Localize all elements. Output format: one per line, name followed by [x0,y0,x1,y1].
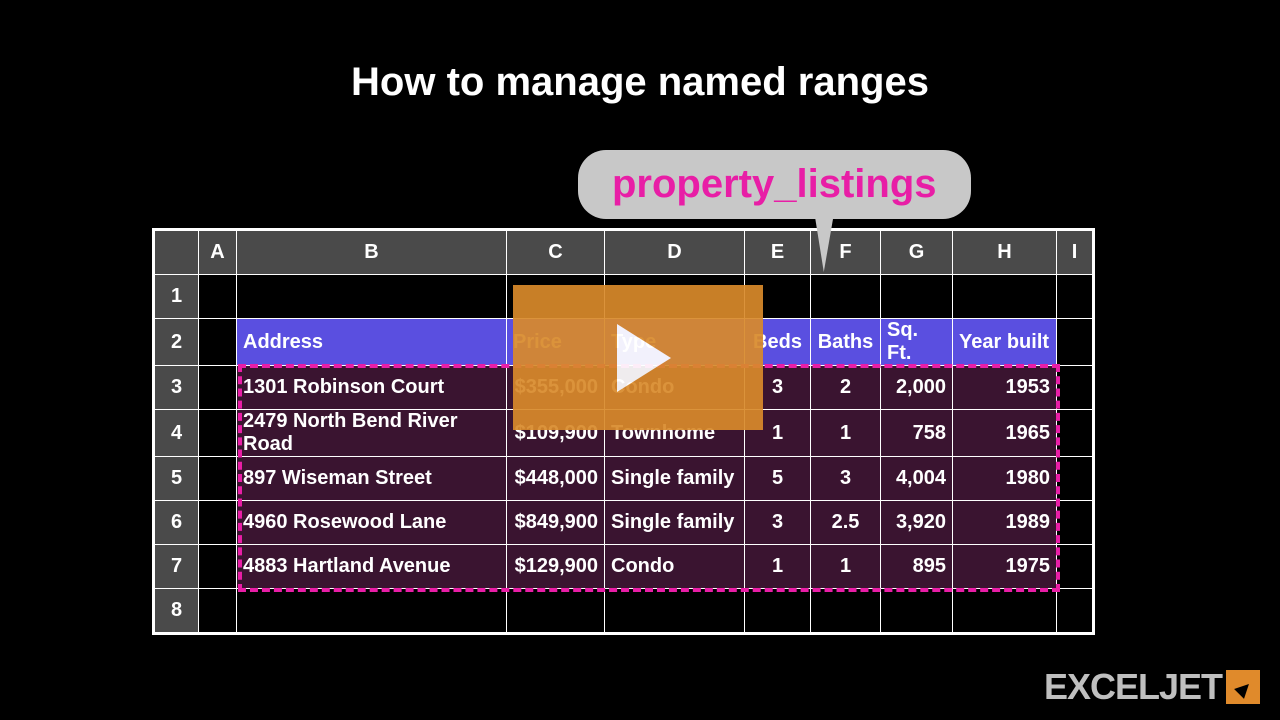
cell-sqft[interactable]: 4,004 [881,457,953,501]
col-header-C[interactable]: C [507,231,605,275]
cell[interactable] [811,275,881,319]
cell[interactable] [1057,410,1093,457]
cell-baths[interactable]: 2 [811,366,881,410]
cell-address[interactable]: 4960 Rosewood Lane [237,501,507,545]
logo-text: EXCELJET [1044,666,1222,708]
cell-year[interactable]: 1975 [953,545,1057,589]
cell[interactable] [199,501,237,545]
cell-price[interactable]: $129,900 [507,545,605,589]
cell-year[interactable]: 1953 [953,366,1057,410]
cell[interactable] [953,275,1057,319]
play-button[interactable] [513,285,763,430]
cell-type[interactable]: Condo [605,545,745,589]
cell[interactable] [237,589,507,633]
row-header-7[interactable]: 7 [155,545,199,589]
cell[interactable] [745,589,811,633]
cell-address[interactable]: 4883 Hartland Avenue [237,545,507,589]
cell-type[interactable]: Single family [605,501,745,545]
cell[interactable] [1057,275,1093,319]
page-title: How to manage named ranges [0,0,1280,145]
cell[interactable] [811,589,881,633]
header-baths[interactable]: Baths [811,319,881,366]
cell-sqft[interactable]: 895 [881,545,953,589]
cell-year[interactable]: 1980 [953,457,1057,501]
cell[interactable] [199,319,237,366]
cell[interactable] [199,366,237,410]
brand-logo: EXCELJET [1044,666,1260,708]
cell[interactable] [1057,501,1093,545]
header-address[interactable]: Address [237,319,507,366]
callout-label: property_listings [578,150,971,219]
row-8: 8 [155,589,1093,633]
cell[interactable] [881,589,953,633]
cell-baths[interactable]: 1 [811,545,881,589]
cell-baths[interactable]: 1 [811,410,881,457]
header-year[interactable]: Year built [953,319,1057,366]
row-header-8[interactable]: 8 [155,589,199,633]
row-header-4[interactable]: 4 [155,410,199,457]
cell-baths[interactable]: 2.5 [811,501,881,545]
cell-beds[interactable]: 5 [745,457,811,501]
col-header-I[interactable]: I [1057,231,1093,275]
cell[interactable] [1057,545,1093,589]
cell[interactable] [1057,366,1093,410]
cell-sqft[interactable]: 3,920 [881,501,953,545]
row-6: 6 4960 Rosewood Lane $849,900 Single fam… [155,501,1093,545]
cell-type[interactable]: Single family [605,457,745,501]
cell[interactable] [507,589,605,633]
cell-year[interactable]: 1989 [953,501,1057,545]
cell[interactable] [199,457,237,501]
select-all-corner[interactable] [155,231,199,275]
row-header-3[interactable]: 3 [155,366,199,410]
cell-address[interactable]: 1301 Robinson Court [237,366,507,410]
cell-price[interactable]: $849,900 [507,501,605,545]
cell-beds[interactable]: 3 [745,501,811,545]
play-icon [617,324,671,392]
row-7: 7 4883 Hartland Avenue $129,900 Condo 1 … [155,545,1093,589]
cell[interactable] [199,275,237,319]
cell-sqft[interactable]: 758 [881,410,953,457]
column-header-row: A B C D E F G H I [155,231,1093,275]
cell[interactable] [199,410,237,457]
cell-baths[interactable]: 3 [811,457,881,501]
cell[interactable] [1057,589,1093,633]
cell[interactable] [605,589,745,633]
cell[interactable] [199,589,237,633]
cell[interactable] [1057,457,1093,501]
col-header-G[interactable]: G [881,231,953,275]
row-header-1[interactable]: 1 [155,275,199,319]
row-header-2[interactable]: 2 [155,319,199,366]
cell[interactable] [237,275,507,319]
row-header-5[interactable]: 5 [155,457,199,501]
col-header-A[interactable]: A [199,231,237,275]
header-sqft[interactable]: Sq. Ft. [881,319,953,366]
logo-arrow-icon [1226,670,1260,704]
cell-sqft[interactable]: 2,000 [881,366,953,410]
cell-year[interactable]: 1965 [953,410,1057,457]
cell[interactable] [1057,319,1093,366]
cell-address[interactable]: 897 Wiseman Street [237,457,507,501]
cell-beds[interactable]: 1 [745,545,811,589]
cell[interactable] [881,275,953,319]
named-range-callout: property_listings [578,150,971,219]
cell[interactable] [199,545,237,589]
cell-address[interactable]: 2479 North Bend River Road [237,410,507,457]
col-header-E[interactable]: E [745,231,811,275]
col-header-H[interactable]: H [953,231,1057,275]
cell[interactable] [953,589,1057,633]
col-header-D[interactable]: D [605,231,745,275]
cell-price[interactable]: $448,000 [507,457,605,501]
row-5: 5 897 Wiseman Street $448,000 Single fam… [155,457,1093,501]
col-header-B[interactable]: B [237,231,507,275]
row-header-6[interactable]: 6 [155,501,199,545]
